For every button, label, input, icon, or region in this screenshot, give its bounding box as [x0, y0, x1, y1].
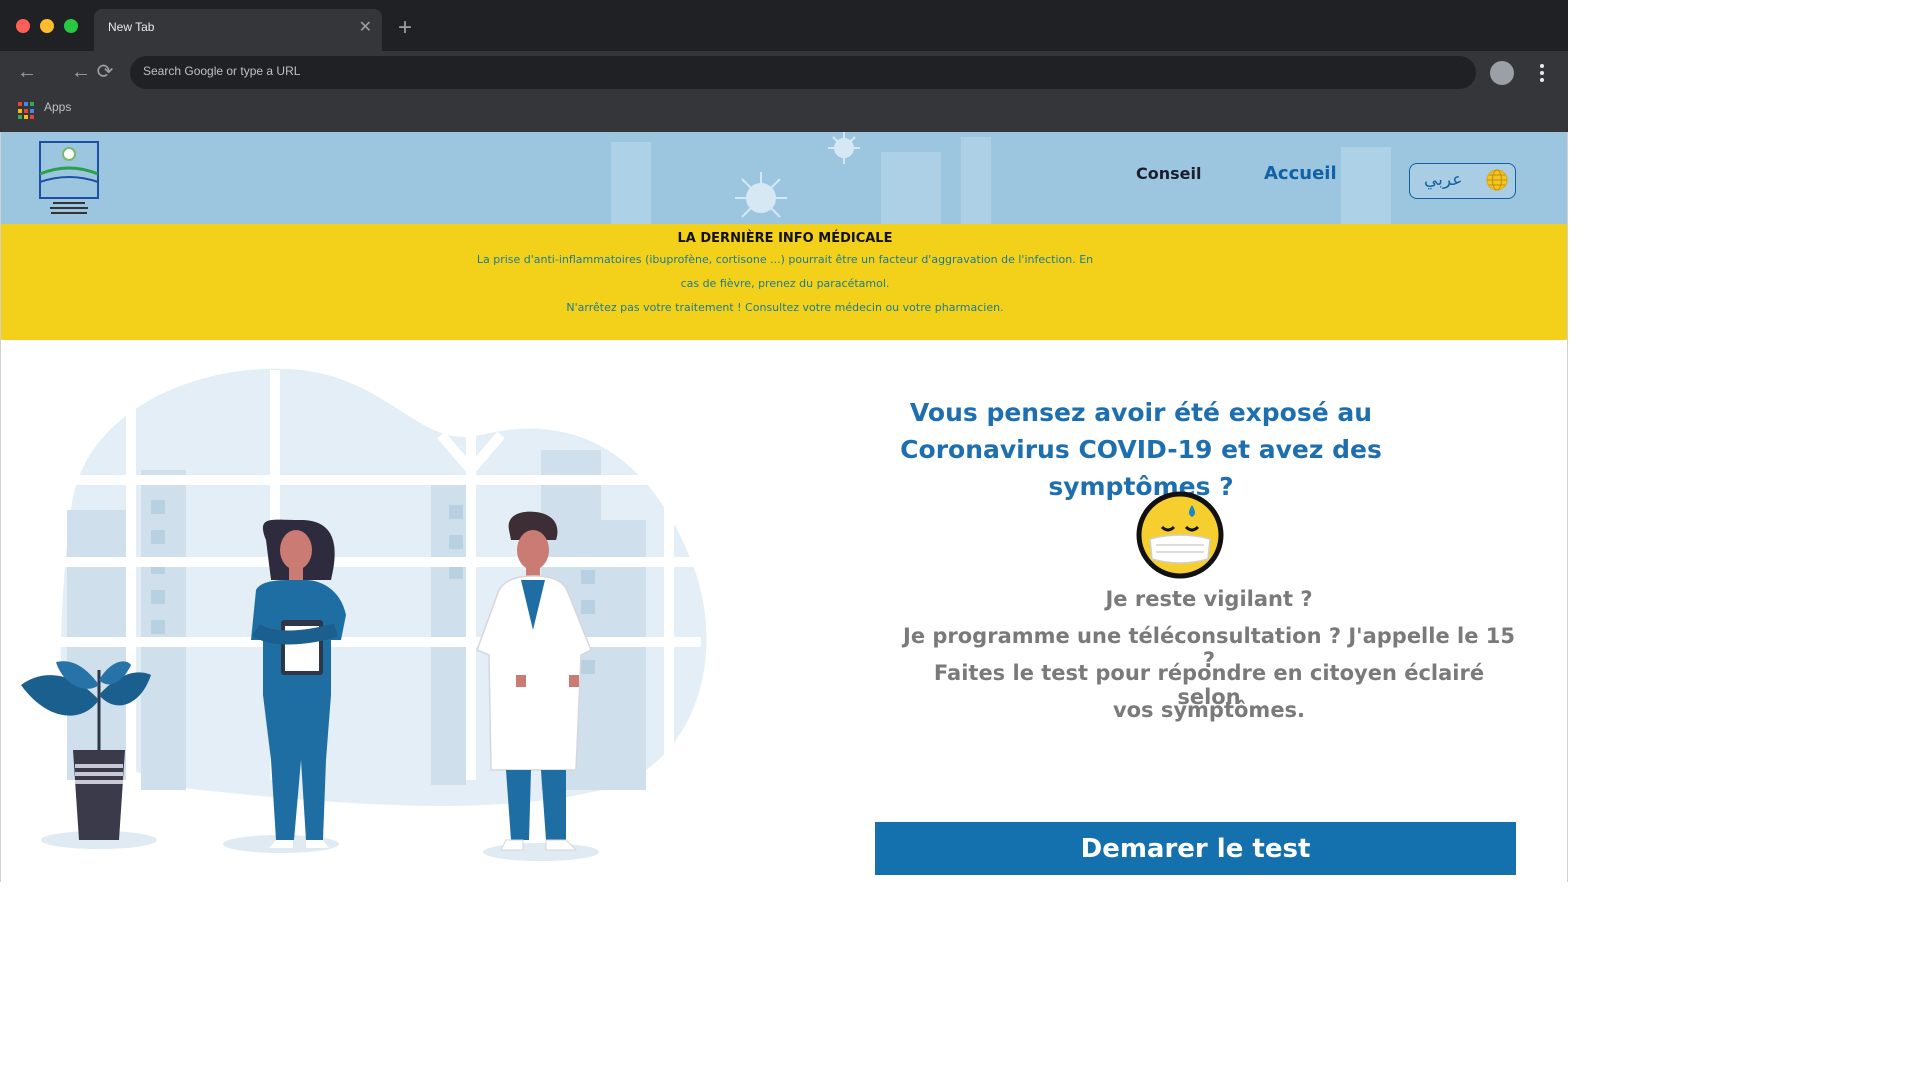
nav-accueil-link[interactable]: Accueil [1264, 163, 1337, 184]
globe-icon [1486, 169, 1508, 191]
browser-tab[interactable]: New Tab ✕ [94, 9, 382, 51]
site-header: Conseil Accueil عربي [1, 132, 1567, 224]
minimize-window-button[interactable] [40, 19, 54, 33]
tab-close-icon[interactable]: ✕ [359, 20, 372, 36]
profile-avatar[interactable] [1490, 61, 1514, 85]
language-label: عربي [1424, 170, 1463, 190]
bookmarks-bar: Apps [0, 94, 1568, 132]
menu-kebab-icon[interactable] [1532, 61, 1552, 85]
reload-button[interactable]: ⟳ [92, 60, 118, 86]
sub-text-line: vos symptômes. [1112, 698, 1306, 722]
apps-grid-icon[interactable] [18, 102, 36, 120]
main-headline: Vous pensez avoir été exposé au Coronavi… [841, 394, 1441, 505]
nav-conseil-link[interactable]: Conseil [1136, 164, 1201, 183]
sub-text-line: Je reste vigilant ? [1105, 587, 1313, 611]
close-window-button[interactable] [16, 19, 30, 33]
masked-face-emoji-icon [1136, 491, 1224, 579]
medical-info-banner: LA DERNIÈRE INFO MÉDICALE La prise d'ant… [1, 224, 1567, 340]
tab-title: New Tab [108, 20, 155, 34]
headline-line: Vous pensez avoir été exposé au [909, 398, 1373, 427]
maximize-window-button[interactable] [64, 19, 78, 33]
start-test-button[interactable]: Demarer le test [875, 822, 1516, 875]
new-tab-button[interactable]: + [398, 16, 412, 40]
apps-bookmark[interactable]: Apps [44, 100, 71, 114]
web-page: Conseil Accueil عربي LA DERNIÈRE INFO MÉ… [0, 132, 1568, 882]
banner-line: La prise d'anti-inflammatoires (ibuprofè… [476, 253, 1094, 266]
back-button[interactable]: ← [14, 60, 40, 86]
banner-line: cas de fièvre, prenez du paracétamol. [680, 277, 890, 290]
address-input[interactable] [143, 64, 1443, 78]
browser-tab-bar: New Tab ✕ + [0, 0, 1568, 51]
doctors-illustration [21, 368, 707, 861]
banner-title: LA DERNIÈRE INFO MÉDICALE [677, 231, 893, 246]
back-icon[interactable]: ← [68, 60, 94, 86]
ministry-logo[interactable] [37, 140, 101, 220]
banner-line: N'arrêtez pas votre traitement ! Consult… [566, 301, 1004, 314]
browser-toolbar: ← ← ⟳ [0, 51, 1568, 94]
address-bar[interactable] [130, 56, 1476, 89]
